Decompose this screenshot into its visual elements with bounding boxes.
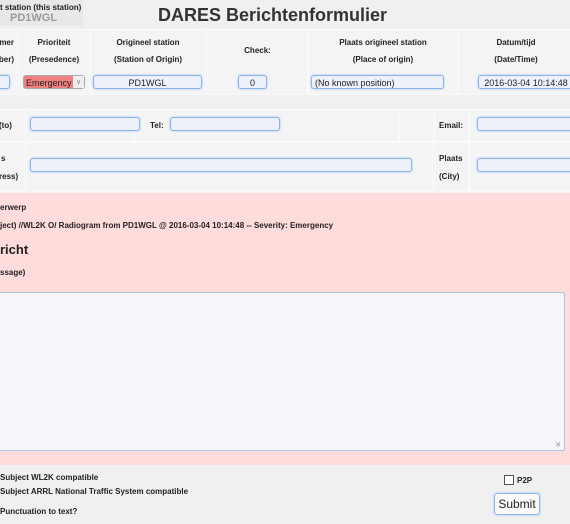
address-cell: s ress) <box>0 142 25 192</box>
option-punctuation[interactable]: Punctuation to text? <box>0 507 77 516</box>
resize-handle-icon[interactable]: ⇲ <box>555 441 560 448</box>
datetime-input[interactable]: 2016-03-04 10:14:48 <box>478 75 570 89</box>
origin-input[interactable]: PD1WGL <box>93 75 202 89</box>
message-label: ssage) <box>0 268 26 277</box>
subject-line: ject) //WL2K O/ Radiogram from PD1WGL @ … <box>0 221 334 230</box>
city-label: Plaats <box>439 154 463 163</box>
city-sublabel: (City) <box>439 172 460 181</box>
col-label: Check: <box>244 46 271 55</box>
this-station-box: t station (this station) PD1WGL <box>0 0 83 26</box>
address-sublabel: ress) <box>0 172 19 181</box>
number-input[interactable] <box>0 75 10 89</box>
this-station-value: PD1WGL <box>10 12 58 24</box>
p2p-label: P2P <box>517 476 533 485</box>
city-input[interactable] <box>477 158 570 172</box>
option-wl2k[interactable]: Subject WL2K compatible <box>0 473 98 482</box>
to-input[interactable] <box>30 117 140 131</box>
place-input[interactable]: (No known position) <box>311 75 444 89</box>
email-cell: Email: <box>434 109 469 142</box>
this-station-label: t station (this station) <box>0 3 82 12</box>
spacer-cell <box>399 109 434 142</box>
priority-select[interactable]: Emergency ∨ <box>23 75 85 89</box>
check-input[interactable]: 0 <box>238 75 267 89</box>
p2p-checkbox[interactable] <box>504 475 514 485</box>
address-input[interactable] <box>30 158 412 172</box>
email-label: Email: <box>439 121 464 130</box>
to-label: (to) <box>0 121 12 130</box>
col-sublabel: ber) <box>0 55 14 64</box>
submit-button[interactable]: Submit <box>494 493 540 515</box>
city-cell: Plaats (City) <box>434 142 469 192</box>
tel-input[interactable] <box>170 117 280 131</box>
message-textarea[interactable] <box>0 292 565 451</box>
col-sublabel: (Place of origin) <box>352 55 414 64</box>
priority-value: Emergency <box>26 78 72 88</box>
tel-label: Tel: <box>150 121 164 130</box>
chevron-down-icon: ∨ <box>73 76 84 88</box>
page-title: DARES Berichtenformulier <box>158 5 388 25</box>
col-sublabel: (Station of Origin) <box>114 55 182 64</box>
to-cell: (to) <box>0 109 25 142</box>
email-input[interactable] <box>477 117 570 131</box>
address-label: s <box>1 154 6 163</box>
message-heading: richt <box>0 242 29 257</box>
col-sublabel: (Date/Time) <box>494 55 538 64</box>
message-section: erwerp ject) //WL2K O/ Radiogram from PD… <box>0 193 570 465</box>
option-arrl[interactable]: Subject ARRL National Traffic System com… <box>0 487 188 496</box>
col-sublabel: (Presedence) <box>28 55 80 64</box>
subject-heading: erwerp <box>0 203 27 212</box>
